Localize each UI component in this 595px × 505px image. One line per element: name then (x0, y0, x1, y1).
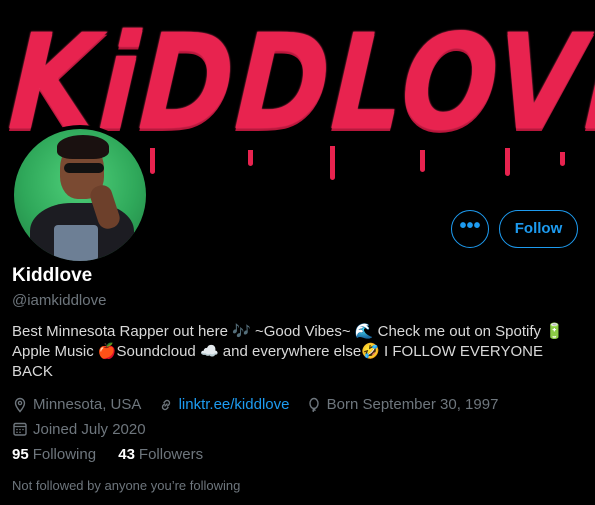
followers-stat[interactable]: 43 Followers (118, 446, 203, 463)
banner-drip (505, 148, 510, 176)
followed-by-note: Not followed by anyone you’re following (12, 478, 241, 493)
following-stat[interactable]: 95 Following (12, 446, 96, 463)
avatar[interactable] (10, 125, 150, 265)
website-item[interactable]: linktr.ee/kiddlove (158, 394, 290, 415)
followers-label: Followers (138, 446, 204, 463)
joined-text: Joined July 2020 (33, 420, 146, 438)
banner-drip (150, 148, 155, 174)
following-label: Following (32, 446, 97, 463)
birthday-item: Born September 30, 1997 (306, 394, 499, 415)
avatar-photo (14, 129, 146, 261)
banner-drip (420, 150, 425, 172)
joined-item: Joined July 2020 (12, 419, 146, 440)
profile-meta: Minnesota, USA linktr.ee/kiddlove Born S… (12, 394, 582, 443)
banner-drip (330, 146, 335, 180)
calendar-icon (13, 422, 27, 436)
profile-bio: Best Minnesota Rapper out here 🎶 ~Good V… (12, 323, 564, 380)
user-handle: @iamkiddlove (12, 292, 107, 309)
balloon-icon (308, 397, 319, 412)
location-text: Minnesota, USA (33, 396, 142, 413)
birthday-text: Born September 30, 1997 (326, 396, 499, 413)
more-options-button[interactable]: ••• (451, 210, 489, 248)
banner-drip (560, 152, 565, 166)
location-item: Minnesota, USA (12, 394, 141, 415)
profile-stats: 95 Following 43 Followers (12, 446, 221, 463)
display-name: Kiddlove (12, 265, 93, 286)
location-pin-icon (14, 397, 26, 413)
website-link[interactable]: linktr.ee/kiddlove (179, 394, 290, 415)
followers-count: 43 (118, 446, 135, 463)
banner-drip (248, 150, 253, 166)
follow-button[interactable]: Follow (499, 210, 578, 248)
link-icon (161, 399, 170, 410)
following-count: 95 (12, 446, 29, 463)
